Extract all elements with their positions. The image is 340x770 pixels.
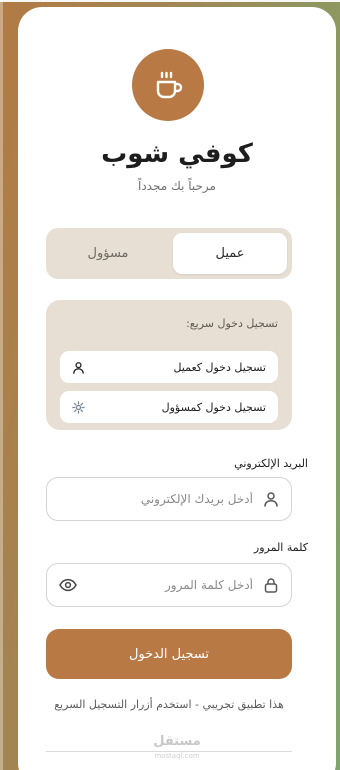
user-icon: [72, 361, 85, 374]
quick-login-title: تسجيل دخول سريع:: [186, 317, 278, 330]
tab-admin[interactable]: مسؤول: [51, 233, 165, 274]
user-icon: [263, 491, 279, 507]
password-input[interactable]: [83, 578, 253, 592]
brand-logo: [132, 49, 204, 121]
eye-icon[interactable]: [59, 578, 77, 592]
app-title: كوفي شوب: [101, 139, 253, 169]
password-field-wrapper: [46, 563, 292, 607]
quick-login-admin-label: تسجيل دخول كمسؤول: [161, 400, 266, 414]
email-field-wrapper: [46, 477, 292, 521]
email-label: البريد الإلكتروني: [234, 457, 308, 470]
watermark-logo: مستقل mostaql.com: [18, 735, 336, 763]
lock-icon: [263, 577, 279, 593]
bottom-divider: [46, 751, 292, 752]
login-card: كوفي شوب مرحباً بك مجدداً عميل مسؤول تسج…: [18, 7, 336, 770]
quick-login-customer-button[interactable]: تسجيل دخول كعميل: [60, 351, 278, 383]
welcome-subtitle: مرحباً بك مجدداً: [138, 179, 216, 193]
demo-note: هذا تطبيق تجريبي - استخدم أزرار التسجيل …: [54, 698, 284, 711]
coffee-cup-icon: [151, 68, 185, 102]
window-top-edge: [0, 0, 340, 2]
watermark-text: مستقل: [153, 734, 201, 749]
email-input[interactable]: [65, 492, 253, 506]
quick-login-admin-button[interactable]: تسجيل دخول كمسؤول: [60, 391, 278, 423]
quick-login-customer-label: تسجيل دخول كعميل: [173, 360, 266, 374]
login-button[interactable]: تسجيل الدخول: [46, 629, 292, 679]
tab-customer[interactable]: عميل: [173, 233, 287, 274]
gear-icon: [72, 400, 85, 414]
window-left-edge: [0, 0, 3, 770]
password-label: كلمة المرور: [253, 541, 308, 554]
quick-login-panel: تسجيل دخول سريع: تسجيل دخول كعميل تسجيل …: [46, 300, 292, 430]
role-switch: عميل مسؤول: [46, 228, 292, 279]
